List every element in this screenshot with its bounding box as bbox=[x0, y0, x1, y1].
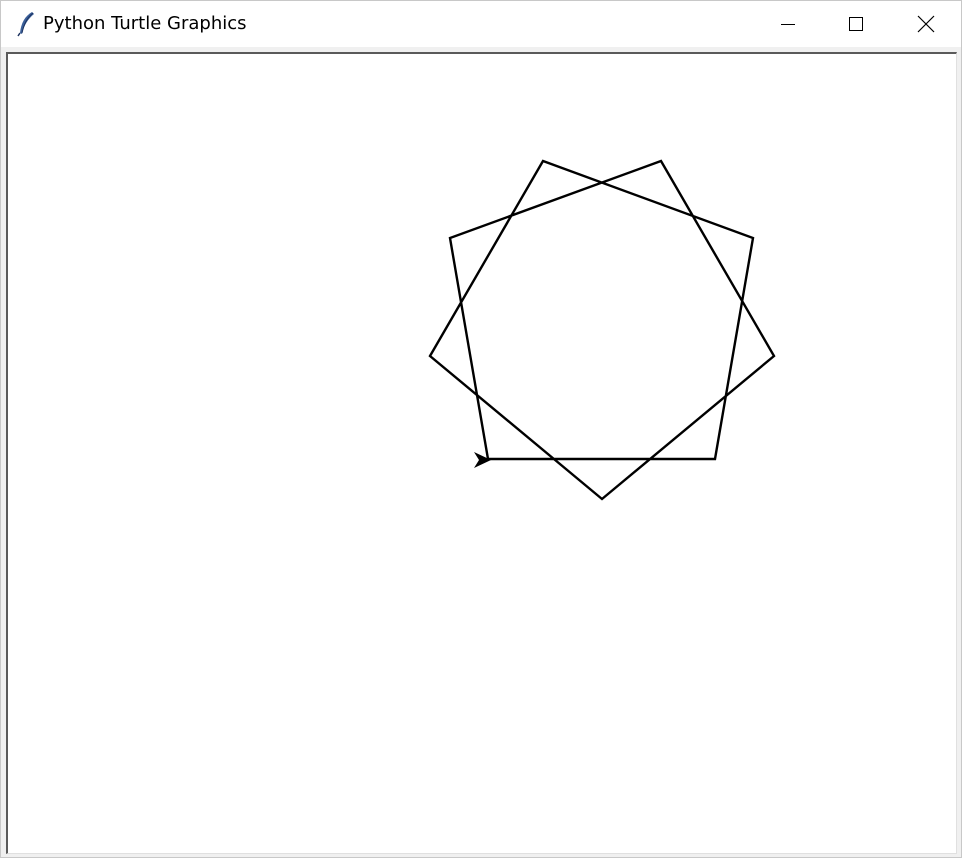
feather-icon bbox=[17, 12, 34, 37]
star-polygon-path bbox=[428, 159, 776, 501]
minimize-button[interactable] bbox=[753, 1, 823, 47]
maximize-button[interactable] bbox=[821, 1, 891, 47]
arrow-icon bbox=[474, 452, 491, 468]
minimize-icon bbox=[781, 24, 795, 25]
window-title: Python Turtle Graphics bbox=[43, 13, 247, 34]
turtle-window: Python Turtle Graphics bbox=[0, 0, 962, 858]
turtle-drawing bbox=[428, 159, 776, 501]
close-button[interactable] bbox=[891, 1, 961, 47]
close-icon bbox=[917, 15, 935, 33]
turtle-canvas[interactable] bbox=[6, 52, 957, 854]
title-bar[interactable]: Python Turtle Graphics bbox=[1, 1, 961, 47]
maximize-icon bbox=[849, 17, 863, 31]
